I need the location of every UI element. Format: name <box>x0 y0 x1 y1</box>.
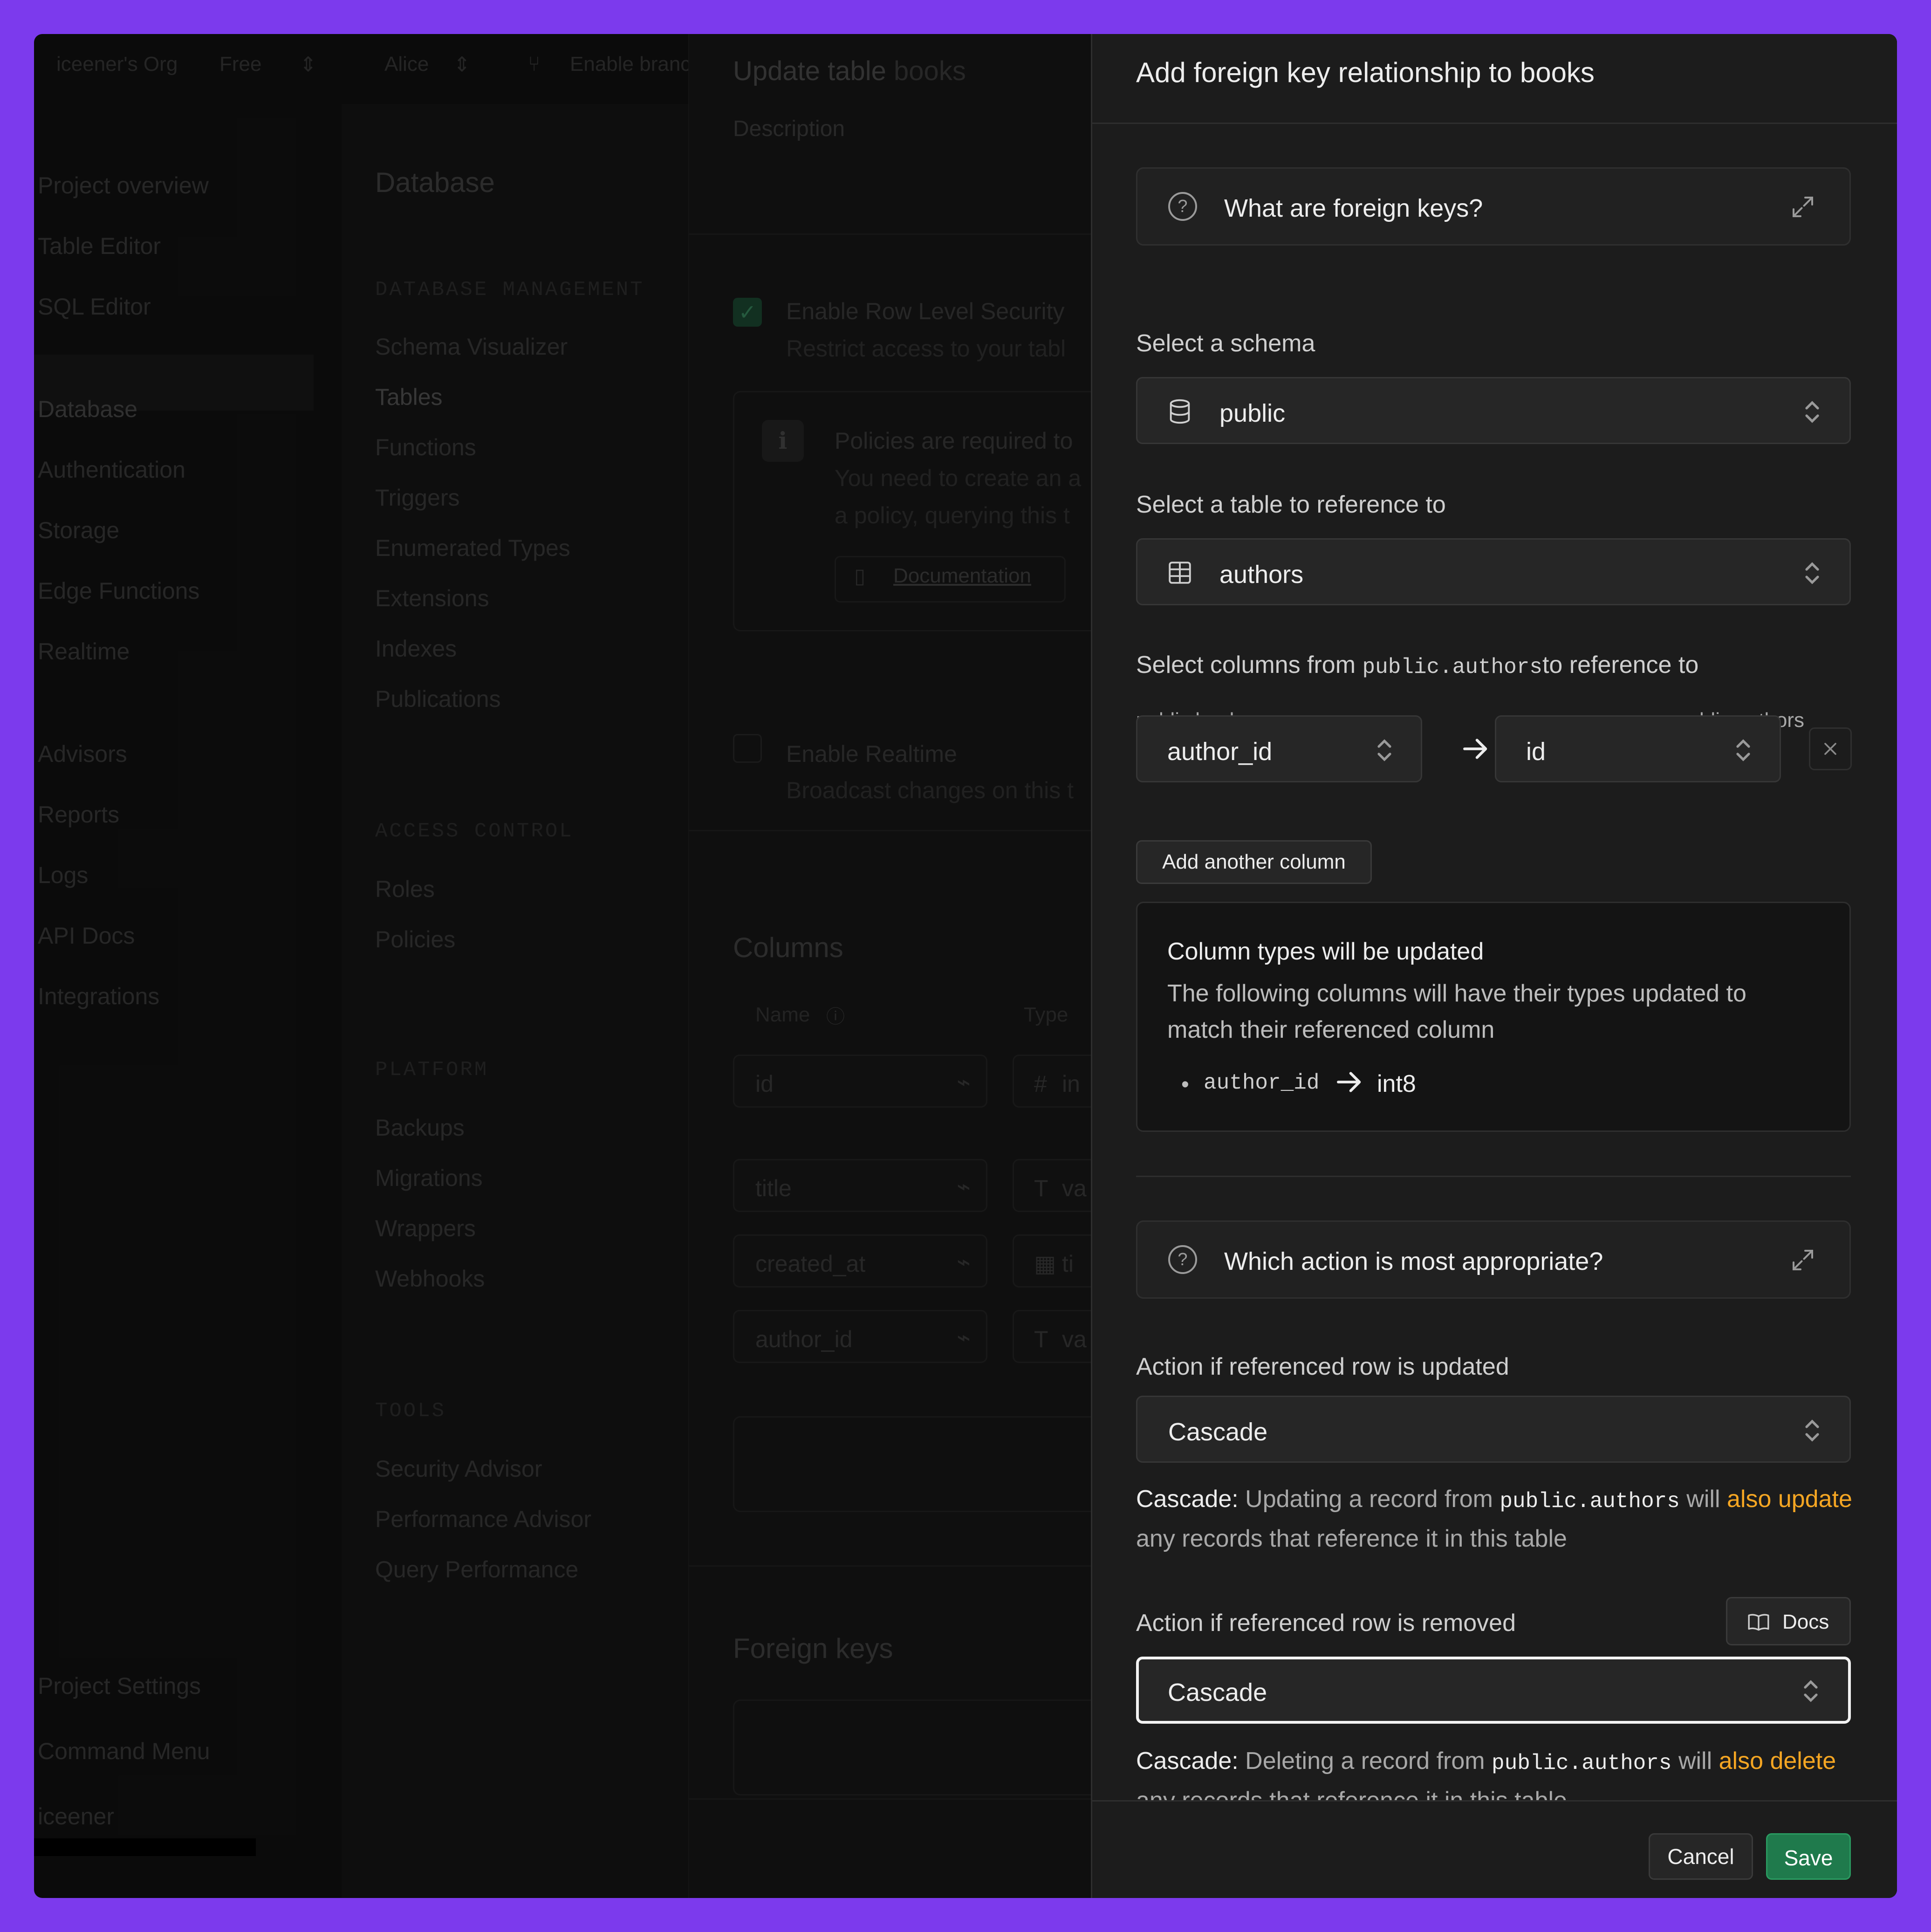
update-action-label: Action if referenced row is updated <box>1136 1353 1509 1380</box>
add-another-column-button[interactable]: Add another column <box>1136 840 1372 884</box>
chevron-updown-icon <box>1805 562 1819 584</box>
chevron-updown-icon <box>1804 1680 1818 1702</box>
source-column-value: author_id <box>1167 738 1273 766</box>
notice-text-line-2: match their referenced column <box>1167 1016 1495 1043</box>
faq-foreign-keys-text: What are foreign keys? <box>1224 194 1483 222</box>
book-icon <box>1748 1614 1769 1631</box>
chevron-updown-icon <box>1805 401 1819 423</box>
schema-value: public <box>1219 399 1286 427</box>
question-icon: ? <box>1168 192 1197 221</box>
table-label: Select a table to reference to <box>1136 491 1446 518</box>
chevron-updown-icon <box>1377 739 1391 761</box>
faq-action-text: Which action is most appropriate? <box>1224 1247 1603 1275</box>
remove-action-label: Action if referenced row is removed <box>1136 1610 1516 1637</box>
target-column-value: id <box>1526 738 1546 766</box>
column-types-notice: Column types will be updated The followi… <box>1136 902 1851 1132</box>
expand-icon[interactable] <box>1789 193 1817 221</box>
arrow-right-icon <box>1463 739 1487 759</box>
remove-action-select[interactable]: Cascade <box>1136 1657 1851 1724</box>
update-action-value: Cascade <box>1168 1418 1268 1446</box>
update-action-select[interactable]: Cascade <box>1136 1396 1851 1463</box>
table-value: authors <box>1219 561 1304 589</box>
cancel-button[interactable]: Cancel <box>1649 1833 1753 1880</box>
schema-label: Select a schema <box>1136 330 1315 357</box>
notice-column: author_id <box>1204 1071 1320 1095</box>
divider <box>1136 1176 1851 1177</box>
question-icon: ? <box>1168 1245 1197 1274</box>
notice-title: Column types will be updated <box>1167 938 1484 965</box>
foreign-key-panel: Add foreign key relationship to books ? … <box>1091 34 1897 1898</box>
faq-action[interactable]: ? Which action is most appropriate? <box>1136 1220 1851 1299</box>
panel-header: Add foreign key relationship to books <box>1092 34 1897 124</box>
chevron-updown-icon <box>1736 739 1750 761</box>
target-column-select[interactable]: id <box>1495 715 1781 782</box>
save-button[interactable]: Save <box>1766 1833 1851 1880</box>
docs-button[interactable]: Docs <box>1726 1597 1851 1645</box>
table-icon <box>1169 562 1191 584</box>
source-column-select[interactable]: author_id <box>1136 715 1422 782</box>
arrow-right-icon <box>1337 1072 1361 1092</box>
remove-action-value: Cascade <box>1168 1679 1267 1706</box>
expand-icon[interactable] <box>1789 1246 1817 1274</box>
faq-foreign-keys[interactable]: ? What are foreign keys? <box>1136 167 1851 246</box>
database-icon <box>1170 399 1190 424</box>
columns-label: Select columns from public.authorsto ref… <box>1136 651 1699 679</box>
notice-type: int8 <box>1377 1070 1416 1097</box>
docs-label: Docs <box>1782 1610 1829 1633</box>
app-window: iceener's Org Free ⇕ Alice ⇕ ⑂ Enable br… <box>34 34 1897 1898</box>
panel-footer: Cancel Save <box>1092 1800 1897 1898</box>
notice-text-line-1: The following columns will have their ty… <box>1167 980 1746 1007</box>
chevron-updown-icon <box>1805 1419 1819 1442</box>
bullet: • <box>1181 1072 1189 1097</box>
panel-title: Add foreign key relationship to books <box>1136 57 1595 88</box>
update-action-description: Cascade: Updating a record from public.a… <box>1136 1486 1852 1552</box>
table-select[interactable]: authors <box>1136 538 1851 605</box>
close-icon <box>1824 743 1836 755</box>
remove-column-button[interactable] <box>1809 727 1852 770</box>
schema-select[interactable]: public <box>1136 377 1851 444</box>
